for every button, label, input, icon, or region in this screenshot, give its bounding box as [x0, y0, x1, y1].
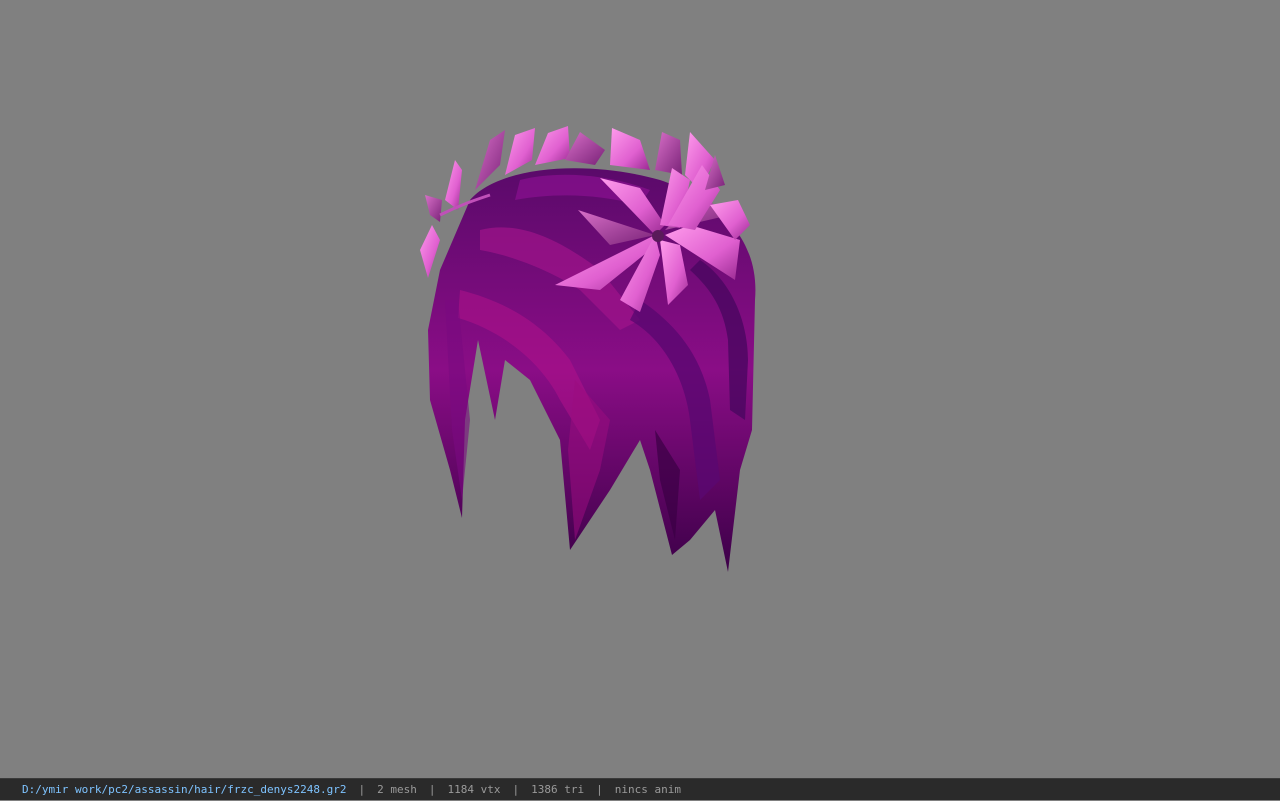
status-bar: D:/ymir work/pc2/assassin/hair/frzc_deny… — [0, 778, 1280, 800]
vertex-count: 1184 vtx — [447, 782, 501, 796]
hair-model-render — [420, 126, 756, 573]
separator: | — [596, 782, 603, 796]
3d-viewport[interactable] — [0, 0, 1280, 778]
animation-info: nincs anim — [614, 782, 681, 796]
triangle-count: 1386 tri — [531, 782, 585, 796]
mesh-count: 2 mesh — [377, 782, 417, 796]
file-path: D:/ymir work/pc2/assassin/hair/frzc_deny… — [22, 782, 347, 796]
separator: | — [512, 782, 520, 796]
separator: | — [358, 782, 366, 796]
hair-mesh — [428, 168, 756, 573]
separator: | — [428, 782, 436, 796]
